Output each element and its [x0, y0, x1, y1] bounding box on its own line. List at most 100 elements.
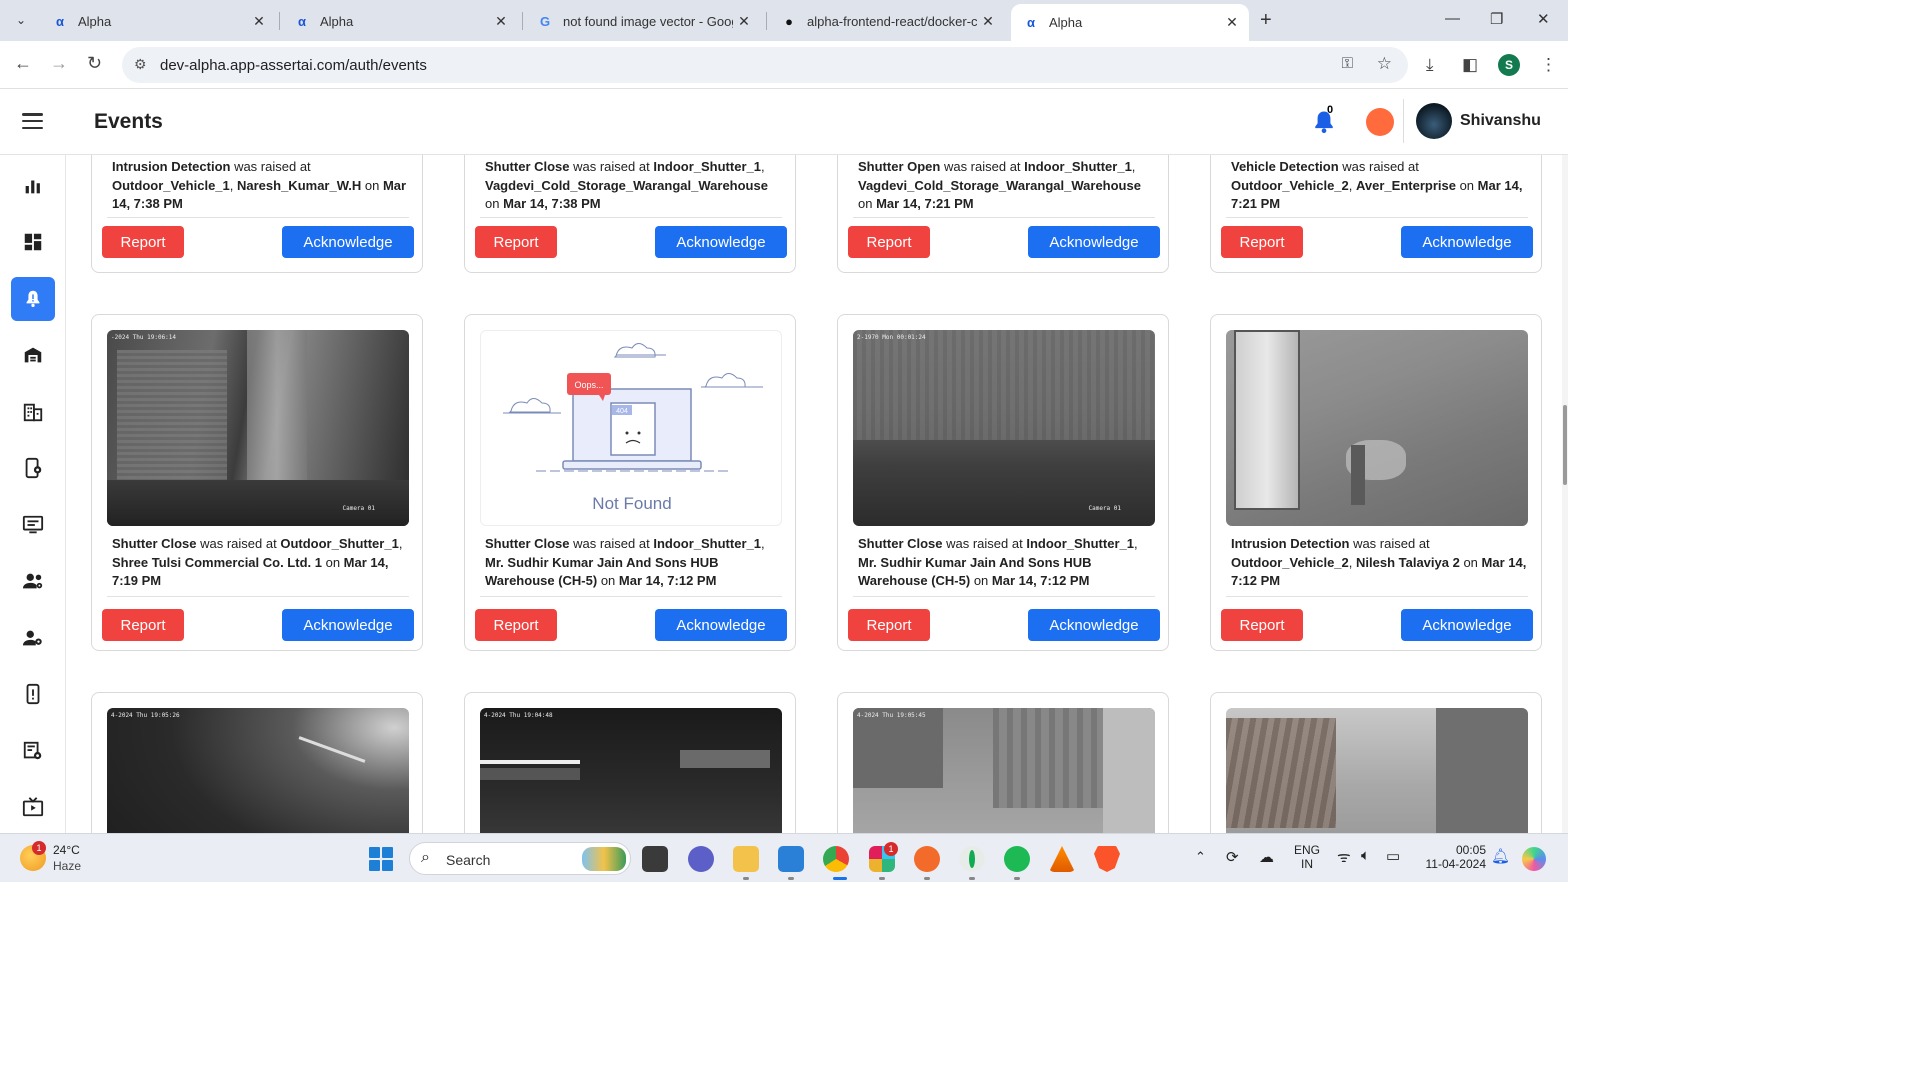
- report-button[interactable]: Report: [475, 609, 557, 641]
- event-snapshot[interactable]: [1226, 708, 1528, 833]
- browser-tab-1[interactable]: α Alpha ✕: [40, 6, 276, 36]
- content-scrollbar[interactable]: [1562, 155, 1568, 833]
- event-snapshot[interactable]: -2024 Thu 19:06:14 Camera 01: [107, 330, 409, 526]
- acknowledge-button[interactable]: Acknowledge: [1028, 226, 1160, 258]
- close-tab-icon[interactable]: ✕: [1221, 14, 1243, 31]
- report-button[interactable]: Report: [102, 226, 184, 258]
- language-indicator[interactable]: ENG IN: [1292, 843, 1322, 871]
- sidebar-item-teams[interactable]: [11, 559, 55, 603]
- acknowledge-button[interactable]: Acknowledge: [655, 609, 787, 641]
- report-button[interactable]: Report: [848, 226, 930, 258]
- camera-timestamp: 4-2024 Thu 19:05:45: [857, 712, 926, 719]
- bookmark-star-icon[interactable]: ☆: [1377, 54, 1392, 74]
- download-icon[interactable]: ⤓: [1426, 55, 1434, 75]
- sidebar-item-users[interactable]: [11, 616, 55, 660]
- url-text[interactable]: dev-alpha.app-assertai.com/auth/events: [160, 57, 427, 74]
- device-alert-icon: [26, 683, 40, 705]
- support-agent-icon[interactable]: [1366, 108, 1394, 136]
- restore-icon[interactable]: ❐: [1490, 10, 1503, 28]
- sidebar-item-analytics[interactable]: [11, 164, 55, 208]
- notification-bell-icon[interactable]: [1310, 108, 1338, 136]
- mongodb-compass-icon[interactable]: [959, 846, 985, 872]
- event-snapshot[interactable]: 4-2024 Thu 19:05:45: [853, 708, 1155, 833]
- teams-chat-icon[interactable]: [688, 846, 714, 872]
- sidebar-item-events[interactable]: [11, 277, 55, 321]
- browser-tab-3[interactable]: G not found image vector - Goog ✕: [525, 6, 761, 36]
- event-message: Shutter Close was raised at Outdoor_Shut…: [112, 536, 403, 588]
- battery-icon[interactable]: ▭: [1386, 847, 1400, 865]
- sync-icon[interactable]: ⟳: [1226, 848, 1239, 866]
- profile-avatar[interactable]: S: [1498, 54, 1520, 76]
- sidebar-item-dashboard[interactable]: [11, 220, 55, 264]
- back-icon[interactable]: ←: [14, 53, 32, 74]
- new-tab-button[interactable]: +: [1260, 9, 1272, 32]
- notification-center-icon[interactable]: 🔔︎: [1491, 847, 1510, 865]
- browser-tab-4[interactable]: ● alpha-frontend-react/docker-cc ✕: [769, 6, 1005, 36]
- acknowledge-button[interactable]: Acknowledge: [1401, 609, 1533, 641]
- event-snapshot[interactable]: [1226, 330, 1528, 526]
- report-button[interactable]: Report: [1221, 226, 1303, 258]
- browser-tab-5-active[interactable]: α Alpha ✕: [1011, 4, 1249, 41]
- close-tab-icon[interactable]: ✕: [733, 13, 755, 30]
- acknowledge-button[interactable]: Acknowledge: [1401, 226, 1533, 258]
- tray-overflow-icon[interactable]: ⌃: [1195, 849, 1206, 865]
- copilot-icon[interactable]: [1522, 847, 1546, 871]
- weather-temperature[interactable]: 24°C: [53, 843, 80, 857]
- sidebar-item-cctv[interactable]: [11, 729, 55, 773]
- sidebar-item-warehouses[interactable]: [11, 333, 55, 377]
- site-info-icon[interactable]: ⚙: [134, 56, 147, 73]
- onedrive-icon[interactable]: ☁: [1259, 848, 1274, 866]
- event-snapshot[interactable]: 4-2024 Thu 19:04:48: [480, 708, 782, 833]
- not-found-placeholder: Oops... 404 Not Found: [480, 330, 782, 526]
- sidebar-item-device-alerts[interactable]: [11, 672, 55, 716]
- report-button[interactable]: Report: [848, 609, 930, 641]
- acknowledge-button[interactable]: Acknowledge: [282, 609, 414, 641]
- event-card: Shutter Close was raised at Indoor_Shutt…: [464, 155, 796, 273]
- clock[interactable]: 00:05 11-04-2024: [1418, 843, 1487, 871]
- acknowledge-button[interactable]: Acknowledge: [282, 226, 414, 258]
- user-group-settings-icon: [22, 573, 43, 589]
- password-key-icon[interactable]: ⚿: [1342, 55, 1353, 72]
- forward-icon[interactable]: →: [50, 53, 68, 74]
- menu-kebab-icon[interactable]: ⋮: [1540, 55, 1557, 75]
- hamburger-menu-icon[interactable]: [22, 113, 43, 129]
- report-button[interactable]: Report: [1221, 609, 1303, 641]
- sidebar-item-sites[interactable]: [11, 390, 55, 434]
- spotify-icon[interactable]: [1004, 846, 1030, 872]
- windows-start-icon[interactable]: [369, 847, 393, 871]
- acknowledge-button[interactable]: Acknowledge: [1028, 609, 1160, 641]
- reload-icon[interactable]: ↻: [87, 53, 102, 74]
- acknowledge-button[interactable]: Acknowledge: [655, 226, 787, 258]
- address-bar[interactable]: ⚙ dev-alpha.app-assertai.com/auth/events…: [122, 47, 1408, 83]
- tab-search-button[interactable]: ⌄: [7, 7, 35, 33]
- postman-icon[interactable]: [914, 846, 940, 872]
- scrollbar-thumb[interactable]: [1563, 405, 1567, 485]
- close-tab-icon[interactable]: ✕: [977, 13, 999, 30]
- github-icon: ●: [785, 13, 793, 29]
- event-snapshot[interactable]: 2-1970 Mon 00:01:24 Camera 01: [853, 330, 1155, 526]
- weather-condition[interactable]: Haze: [53, 859, 81, 873]
- close-tab-icon[interactable]: ✕: [490, 13, 512, 30]
- close-tab-icon[interactable]: ✕: [248, 13, 270, 30]
- volume-icon[interactable]: 🔈︎: [1361, 847, 1370, 864]
- event-snapshot[interactable]: 4-2024 Thu 19:05:26: [107, 708, 409, 833]
- report-button[interactable]: Report: [475, 226, 557, 258]
- sidebar-item-monitor[interactable]: [11, 503, 55, 547]
- user-name[interactable]: Shivanshu: [1460, 112, 1541, 130]
- side-panel-icon[interactable]: ◧: [1462, 55, 1478, 75]
- browser-tab-2[interactable]: α Alpha ✕: [282, 6, 518, 36]
- taskbar-search[interactable]: ⌕ Search: [409, 842, 631, 875]
- task-view-icon[interactable]: [642, 846, 668, 872]
- wifi-icon[interactable]: ᯤ: [1337, 847, 1351, 867]
- file-explorer-icon[interactable]: [733, 846, 759, 872]
- vscode-icon[interactable]: [778, 846, 804, 872]
- vlc-icon[interactable]: [1049, 846, 1075, 872]
- brave-icon[interactable]: [1094, 846, 1120, 872]
- report-button[interactable]: Report: [102, 609, 184, 641]
- user-avatar[interactable]: [1416, 103, 1452, 139]
- close-window-icon[interactable]: ✕: [1537, 10, 1550, 28]
- sidebar-item-live-feed[interactable]: [11, 785, 55, 829]
- sidebar-item-devices[interactable]: [11, 446, 55, 490]
- chrome-icon[interactable]: [823, 846, 849, 872]
- minimize-icon[interactable]: —: [1445, 10, 1460, 27]
